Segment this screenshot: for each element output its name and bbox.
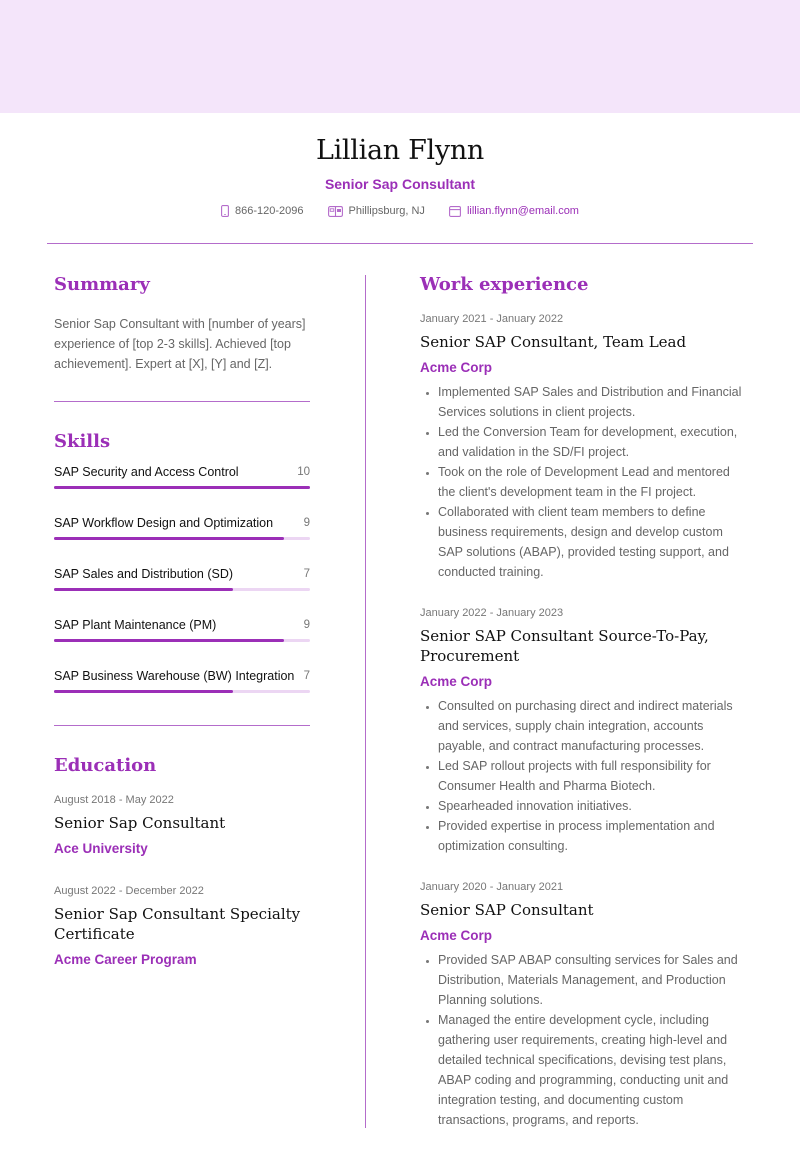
candidate-title: Senior Sap Consultant (324, 176, 476, 192)
job-company: Acme Corp (420, 928, 493, 943)
skill-label: SAP Plant Maintenance (PM) (54, 618, 217, 632)
summary-text: Senior Sap Consultant with [number of ye… (54, 317, 306, 371)
location-text: Phillipsburg, NJ (348, 205, 425, 217)
candidate-name: Lillian Flynn (315, 135, 485, 166)
contact-row: 866-120-2096 Phillipsburg, NJ lillian.fl… (0, 203, 800, 219)
education-degree: Senior Sap Consultant (54, 814, 226, 832)
map-icon (327, 205, 343, 217)
job-bullet: Consulted on purchasing direct and indir… (438, 696, 750, 756)
job-title: Senior SAP Consultant, Team Lead (420, 333, 687, 351)
job-bullet: Led the Conversion Team for development,… (438, 422, 750, 462)
skill-item: SAP Business Warehouse (BW) Integration … (54, 668, 310, 719)
education-degree: Senior Sap Consultant Specialty Certific… (54, 905, 301, 943)
section-divider (54, 401, 310, 402)
skills-section: Skills SAP Security and Access Control 1… (54, 429, 310, 719)
education-item: August 2018 - May 2022 Senior Sap Consul… (54, 793, 310, 858)
skill-item: SAP Sales and Distribution (SD) 7 (54, 566, 310, 617)
job-entry: January 2021 - January 2022 Senior SAP C… (420, 312, 750, 582)
education-item: August 2022 - December 2022 Senior Sap C… (54, 884, 310, 969)
email-icon (448, 205, 461, 217)
job-company: Acme Corp (420, 674, 493, 689)
skill-bar-fill (54, 588, 234, 591)
education-section: Education August 2018 - May 2022 Senior … (54, 753, 310, 969)
job-bullet: Collaborated with client team members to… (438, 502, 750, 582)
job-bullet: Took on the role of Development Lead and… (438, 462, 750, 502)
job-entry: January 2020 - January 2021 Senior SAP C… (420, 880, 750, 1130)
skills-list: SAP Security and Access Control 10 SAP W… (54, 464, 310, 719)
skill-rating: 7 (303, 670, 310, 682)
skill-label: SAP Business Warehouse (BW) Integration (54, 669, 295, 683)
job-bullets: Implemented SAP Sales and Distribution a… (420, 382, 750, 582)
job-bullet: Implemented SAP Sales and Distribution a… (438, 382, 750, 422)
job-bullet: Managed the entire development cycle, in… (438, 1010, 750, 1130)
job-bullet: Led SAP rollout projects with full respo… (438, 756, 750, 796)
job-dates: January 2020 - January 2021 (420, 881, 564, 893)
skill-bar-fill (54, 639, 285, 642)
email-link[interactable]: lillian.flynn@email.com (467, 203, 579, 219)
skill-bar-track (54, 690, 310, 693)
job-entry: January 2022 - January 2023 Senior SAP C… (420, 606, 750, 856)
education-school: Acme Career Program (54, 952, 197, 967)
skill-bar-fill (54, 537, 285, 540)
skill-label: SAP Security and Access Control (54, 465, 239, 479)
skill-bar-track (54, 486, 310, 489)
skill-bar-track (54, 537, 310, 540)
skill-bar-track (54, 588, 310, 591)
skill-rating: 9 (303, 517, 310, 529)
skill-bar-track (54, 639, 310, 642)
skill-rating: 10 (297, 466, 310, 478)
job-bullet: Spearheaded innovation initiatives. (438, 796, 750, 816)
job-title: Senior SAP Consultant Source-To-Pay, Pro… (420, 627, 709, 665)
job-company: Acme Corp (420, 360, 493, 375)
job-dates: January 2022 - January 2023 (420, 607, 564, 619)
contact-location: Phillipsburg, NJ (327, 203, 425, 219)
skill-item: SAP Workflow Design and Optimization 9 (54, 515, 310, 566)
right-column: Work experience January 2021 - January 2… (420, 272, 750, 1154)
contact-email[interactable]: lillian.flynn@email.com (448, 203, 579, 219)
job-bullets: Consulted on purchasing direct and indir… (420, 696, 750, 856)
skill-item: SAP Plant Maintenance (PM) 9 (54, 617, 310, 668)
work-heading: Work experience (420, 274, 589, 295)
skill-bar-fill (54, 486, 310, 489)
skills-heading: Skills (54, 431, 111, 452)
education-heading: Education (54, 755, 157, 776)
skill-label: SAP Sales and Distribution (SD) (54, 567, 234, 581)
job-title: Senior SAP Consultant (420, 901, 594, 919)
left-column: Summary Senior Sap Consultant with [numb… (54, 272, 310, 969)
summary-heading: Summary (54, 274, 150, 295)
skill-label: SAP Workflow Design and Optimization (54, 516, 274, 530)
section-divider (54, 725, 310, 726)
skill-rating: 7 (303, 568, 310, 580)
column-divider (365, 275, 366, 1128)
header-divider (47, 243, 753, 244)
contact-phone: 866-120-2096 (221, 203, 304, 219)
skill-item: SAP Security and Access Control 10 (54, 464, 310, 515)
job-bullets: Provided SAP ABAP consulting services fo… (420, 950, 750, 1130)
header-band (0, 0, 800, 113)
summary-section: Summary Senior Sap Consultant with [numb… (54, 272, 310, 374)
resume-header: Lillian Flynn Senior Sap Consultant 866-… (0, 113, 800, 219)
phone-icon (221, 205, 229, 217)
job-bullet: Provided SAP ABAP consulting services fo… (438, 950, 750, 1010)
education-dates: August 2022 - December 2022 (54, 885, 204, 897)
skill-bar-fill (54, 690, 234, 693)
job-dates: January 2021 - January 2022 (420, 313, 564, 325)
education-dates: August 2018 - May 2022 (54, 794, 174, 806)
job-bullet: Provided expertise in process implementa… (438, 816, 750, 856)
phone-text: 866-120-2096 (235, 205, 304, 217)
education-school: Ace University (54, 841, 148, 856)
skill-rating: 9 (303, 619, 310, 631)
